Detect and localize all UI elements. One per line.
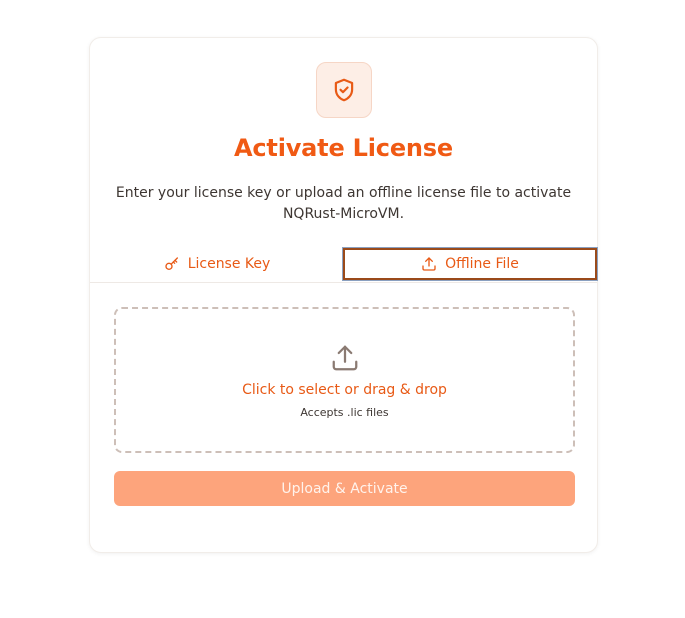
shield-icon-container [316, 62, 372, 118]
subtitle-line-1: Enter your license key or upload an offl… [115, 185, 572, 201]
license-card: Activate License Enter your license key … [89, 37, 598, 553]
page-subtitle: Enter your license key or upload an offl… [110, 183, 577, 225]
dropzone-title: Click to select or drag & drop [242, 382, 447, 398]
file-dropzone[interactable]: Click to select or drag & drop Accepts .… [114, 307, 575, 453]
tab-license-key-label: License Key [187, 256, 271, 272]
upload-icon [422, 257, 436, 271]
upload-activate-button[interactable]: Upload & Activate [114, 471, 575, 506]
subtitle-line-2: NQRust-MicroVM. [282, 206, 405, 222]
tab-bar: License Key Offline File [90, 247, 598, 283]
tab-license-key[interactable]: License Key [90, 248, 344, 280]
dropzone-hint: Accepts .lic files [300, 406, 389, 419]
page-title: Activate License [234, 134, 453, 162]
tab-offline-file-label: Offline File [445, 256, 519, 272]
key-icon [165, 257, 178, 270]
upload-icon [332, 345, 358, 371]
tab-offline-file[interactable]: Offline File [342, 247, 598, 281]
shield-check-icon [334, 78, 354, 102]
